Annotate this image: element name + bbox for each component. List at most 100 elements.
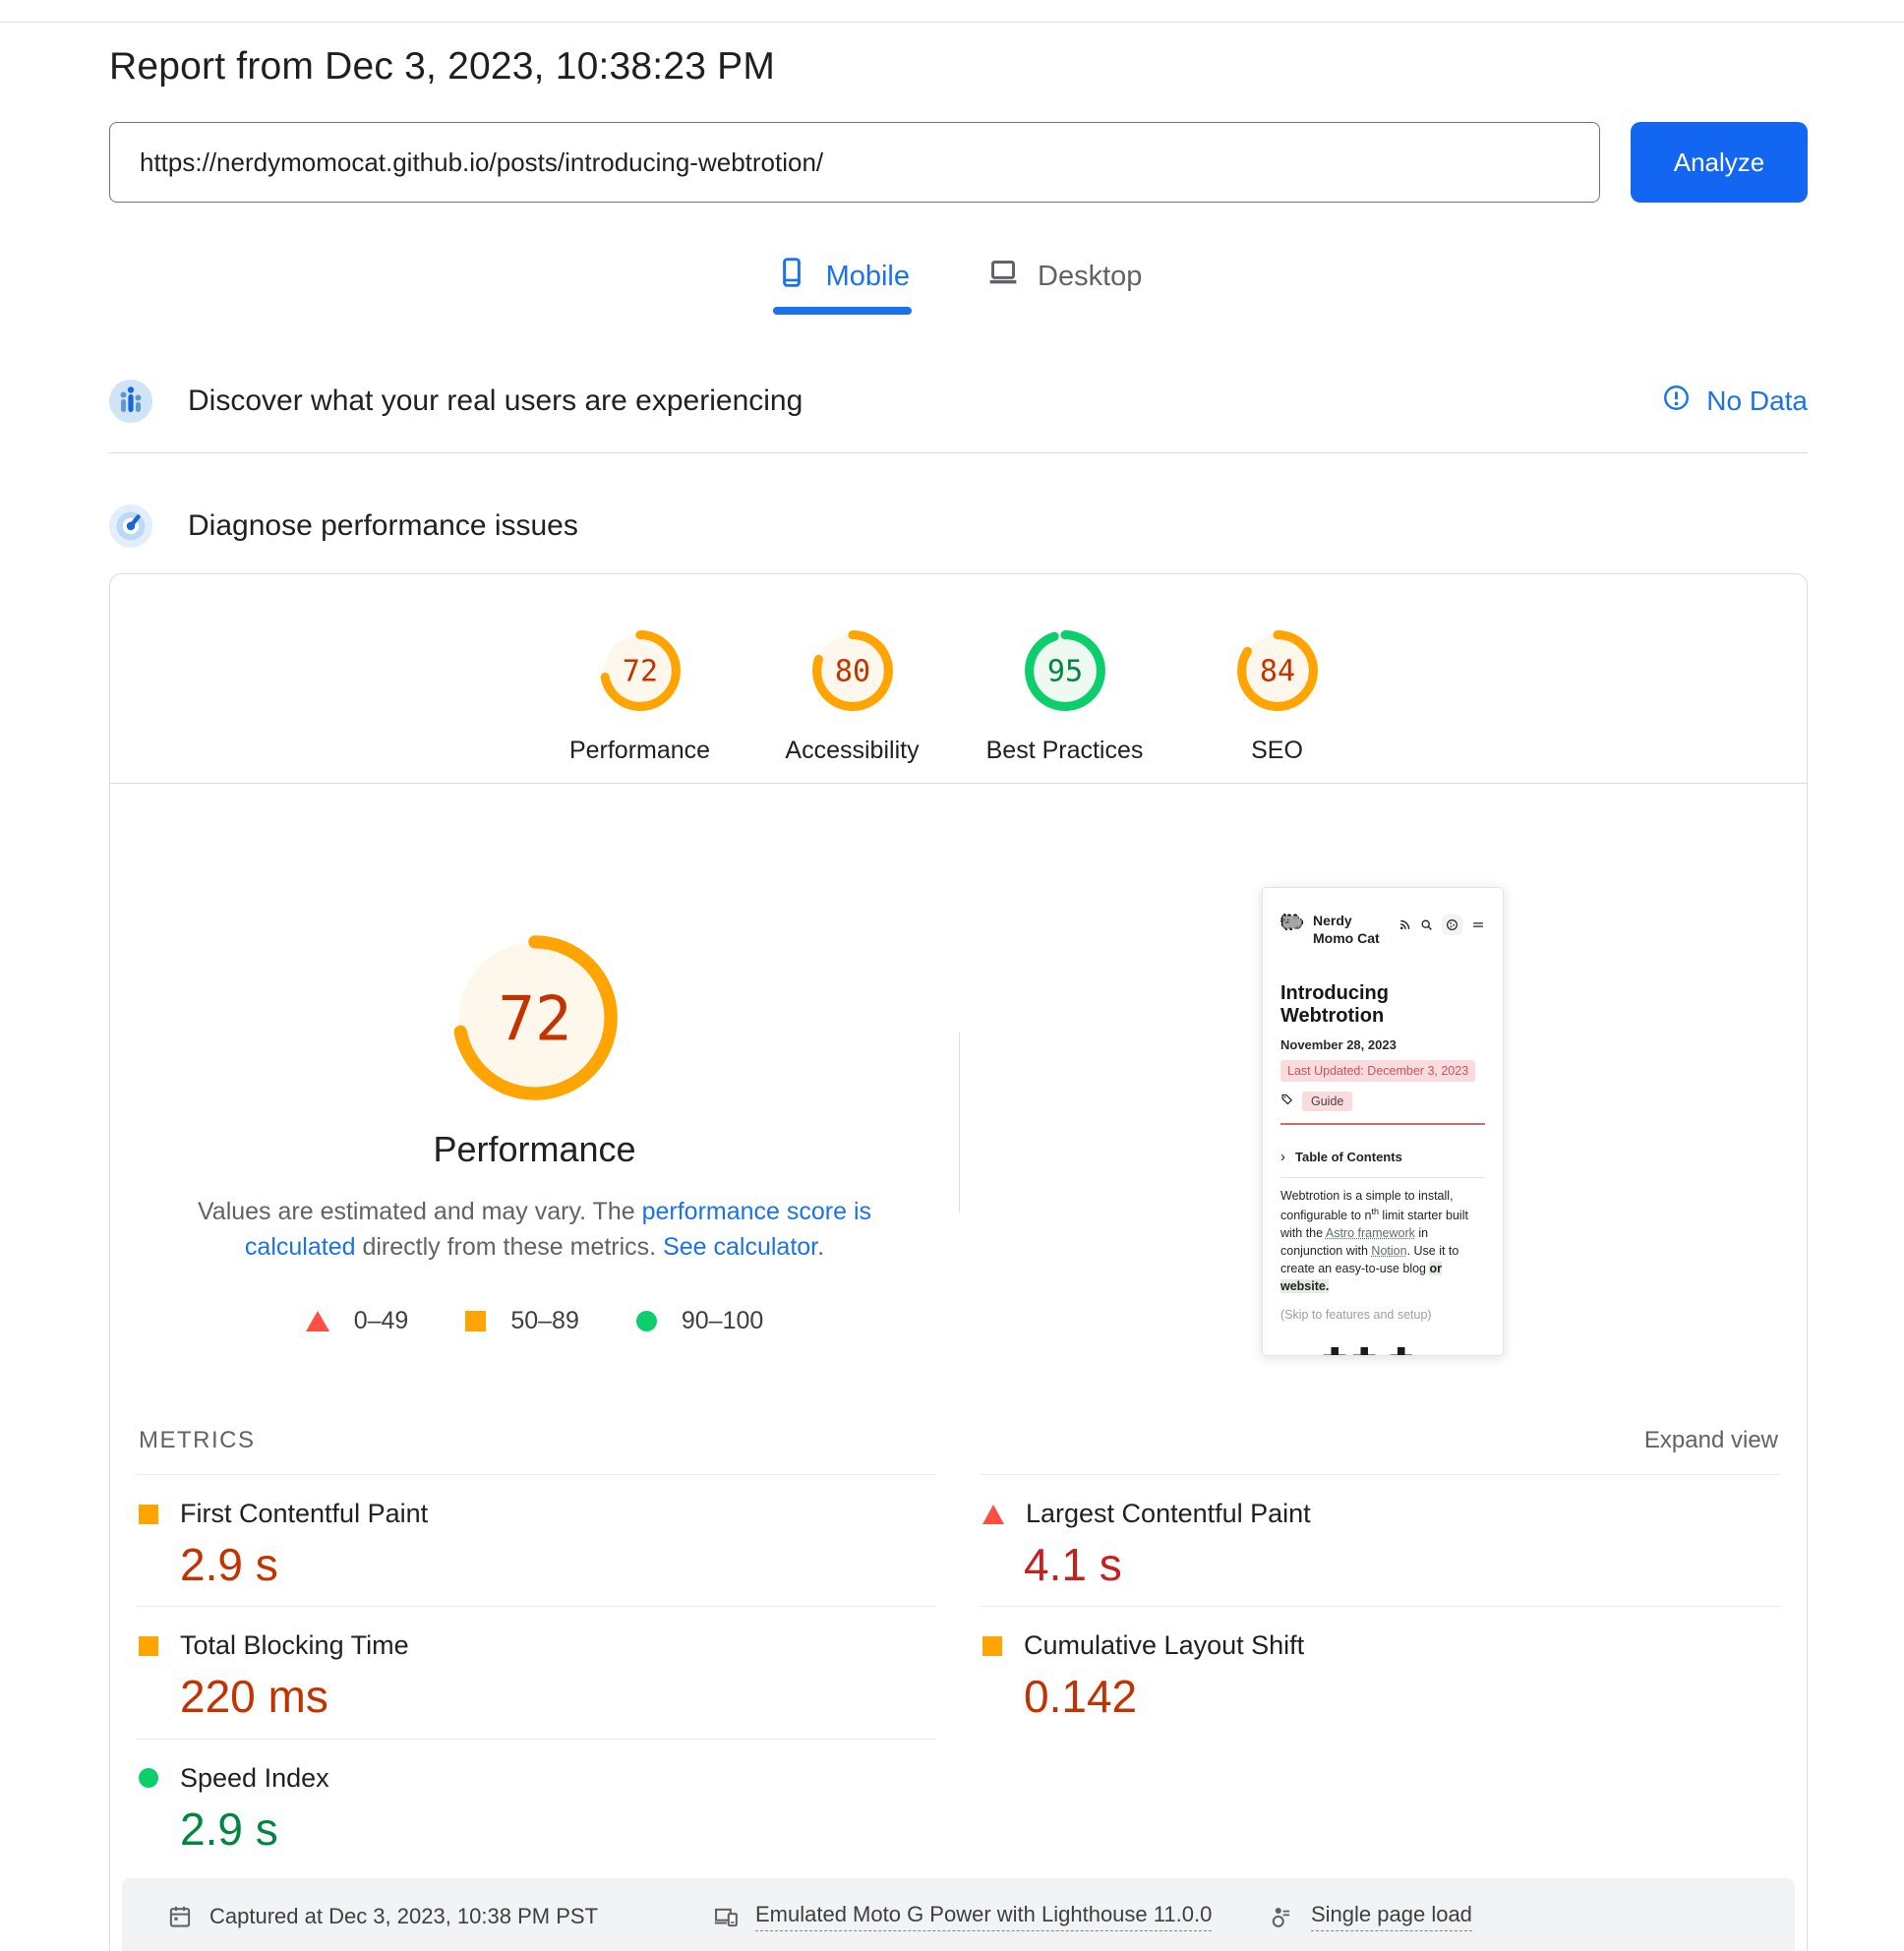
thumb-divider — [1280, 1177, 1485, 1178]
discover-section: Discover what your real users are experi… — [109, 380, 1808, 453]
thumb-divider — [1280, 1123, 1485, 1125]
device-tabs: Mobile Desktop — [109, 252, 1808, 315]
single-page-icon — [1269, 1904, 1294, 1929]
theme-toggle-icon — [1442, 915, 1462, 935]
legend-item-good: 90–100 — [636, 1307, 763, 1335]
diagnose-section-title: Diagnose performance issues — [188, 509, 578, 543]
metrics-heading: METRICS — [139, 1427, 256, 1454]
page-screenshot-thumbnail: Nerdy Momo Cat Introducing Webtrotion No… — [1262, 887, 1504, 1356]
legend-triangle-icon — [306, 1311, 329, 1331]
analyze-button[interactable]: Analyze — [1631, 122, 1808, 203]
svg-text:95: 95 — [1046, 655, 1082, 689]
metric-cumulative-layout-shift: Cumulative Layout Shift 0.142 — [981, 1606, 1780, 1738]
score-accessibility[interactable]: 80 Accessibility — [746, 629, 959, 765]
skip-link: (Skip to features and setup) — [1280, 1308, 1485, 1322]
metric-rating-icon — [982, 1636, 1002, 1656]
performance-score-gauge: 72 — [599, 629, 682, 712]
tag-icon — [1280, 1093, 1294, 1111]
calendar-icon — [167, 1904, 193, 1929]
post-tag: Guide — [1302, 1092, 1352, 1111]
desktop-laptop-icon — [986, 256, 1020, 297]
url-bar: Analyze — [109, 122, 1808, 203]
metric-rating-icon — [982, 1505, 1004, 1524]
performance-summary-pane: 72 Performance Values are estimated and … — [110, 784, 959, 1405]
score-performance[interactable]: 72 Performance — [534, 629, 746, 765]
score-legend: 0–49 50–89 90–100 — [306, 1307, 764, 1335]
pixel-cat-image — [1309, 1347, 1457, 1356]
single-page-load: Single page load — [1269, 1902, 1750, 1931]
metric-rating-icon — [139, 1636, 158, 1656]
mobile-phone-icon — [775, 256, 808, 297]
score-seo[interactable]: 84 SEO — [1171, 629, 1384, 765]
expand-view-button[interactable]: Expand view — [1644, 1427, 1778, 1454]
captured-at: Captured at Dec 3, 2023, 10:38 PM PST — [167, 1902, 713, 1931]
diagnose-section: Diagnose performance issues — [109, 504, 1808, 548]
rss-icon — [1398, 918, 1411, 931]
table-of-contents: › Table of Contents — [1280, 1149, 1485, 1165]
legend-range: 90–100 — [682, 1307, 763, 1335]
score-label: Best Practices — [986, 737, 1144, 765]
svg-text:72: 72 — [498, 982, 571, 1054]
metric-first-contentful-paint: First Contentful Paint 2.9 s — [137, 1474, 936, 1606]
emulated-device: Emulated Moto G Power with Lighthouse 11… — [713, 1902, 1269, 1931]
menu-icon — [1471, 918, 1485, 931]
capture-environment-footer: Captured at Dec 3, 2023, 10:38 PM PST Em… — [122, 1878, 1795, 1951]
discover-section-title: Discover what your real users are experi… — [188, 384, 803, 418]
score-label: Accessibility — [785, 737, 919, 765]
performance-gauge-icon — [109, 504, 152, 548]
metric-speed-index: Speed Index 2.9 s — [137, 1739, 936, 1870]
info-icon — [1662, 384, 1691, 419]
tab-desktop[interactable]: Desktop — [984, 252, 1144, 315]
svg-text:80: 80 — [834, 655, 869, 689]
metric-largest-contentful-paint: Largest Contentful Paint 4.1 s — [981, 1474, 1780, 1606]
metric-value: 0.142 — [1024, 1673, 1780, 1720]
tab-desktop-label: Desktop — [1038, 261, 1142, 293]
legend-range: 0–49 — [354, 1307, 409, 1335]
metric-value: 4.1 s — [1024, 1541, 1780, 1588]
legend-circle-icon — [636, 1311, 657, 1331]
last-updated-badge: Last Updated: December 3, 2023 — [1280, 1060, 1475, 1082]
metric-rating-icon — [139, 1505, 158, 1524]
devices-icon — [713, 1904, 739, 1929]
accessibility-score-gauge: 80 — [811, 629, 894, 712]
no-data-status[interactable]: No Data — [1662, 384, 1808, 419]
legend-item-average: 50–89 — [465, 1307, 579, 1335]
metric-rating-icon — [139, 1768, 158, 1788]
category-scores: 72 Performance 80 Accessibility 95 Best … — [110, 574, 1807, 765]
gauge-description: Values are estimated and may vary. The p… — [188, 1194, 882, 1266]
svg-text:84: 84 — [1259, 655, 1294, 689]
astro-framework-link: Astro framework — [1326, 1226, 1415, 1240]
post-title: Introducing Webtrotion — [1280, 982, 1485, 1028]
notion-link: Notion — [1371, 1244, 1406, 1258]
top-divider — [0, 22, 1904, 23]
metrics-section: METRICS Expand view First Contentful Pai… — [110, 1427, 1807, 1870]
tab-mobile-label: Mobile — [826, 261, 910, 293]
report-card: 72 Performance 80 Accessibility 95 Best … — [109, 573, 1808, 1951]
performance-gauge-label: Performance — [433, 1129, 635, 1170]
legend-square-icon — [465, 1311, 486, 1331]
see-calculator-link[interactable]: See calculator. — [663, 1233, 824, 1261]
metric-total-blocking-time: Total Blocking Time 220 ms — [137, 1606, 936, 1738]
post-excerpt: Webtrotion is a simple to install, confi… — [1280, 1187, 1485, 1295]
performance-main-gauge: 72 — [447, 930, 623, 1105]
legend-item-poor: 0–49 — [306, 1307, 409, 1335]
best-practices-score-gauge: 95 — [1024, 629, 1106, 712]
page-title: Report from Dec 3, 2023, 10:38:23 PM — [109, 45, 1808, 89]
score-best-practices[interactable]: 95 Best Practices — [959, 629, 1171, 765]
pane-divider — [959, 1033, 960, 1212]
site-favicon-cat — [1280, 914, 1304, 930]
pagespeed-report-page: Report from Dec 3, 2023, 10:38:23 PM Ana… — [0, 0, 1904, 1951]
tab-mobile[interactable]: Mobile — [773, 252, 912, 315]
search-icon — [1420, 918, 1433, 931]
real-users-icon — [109, 380, 152, 423]
metric-value: 220 ms — [180, 1673, 936, 1720]
no-data-label: No Data — [1706, 385, 1808, 417]
score-label: Performance — [569, 737, 710, 765]
url-input[interactable] — [109, 122, 1600, 203]
post-date: November 28, 2023 — [1280, 1037, 1485, 1052]
site-name: Nerdy Momo Cat — [1313, 912, 1390, 947]
seo-score-gauge: 84 — [1236, 629, 1319, 712]
metric-value: 2.9 s — [180, 1541, 936, 1588]
legend-range: 50–89 — [510, 1307, 579, 1335]
chevron-right-icon: › — [1280, 1149, 1285, 1165]
